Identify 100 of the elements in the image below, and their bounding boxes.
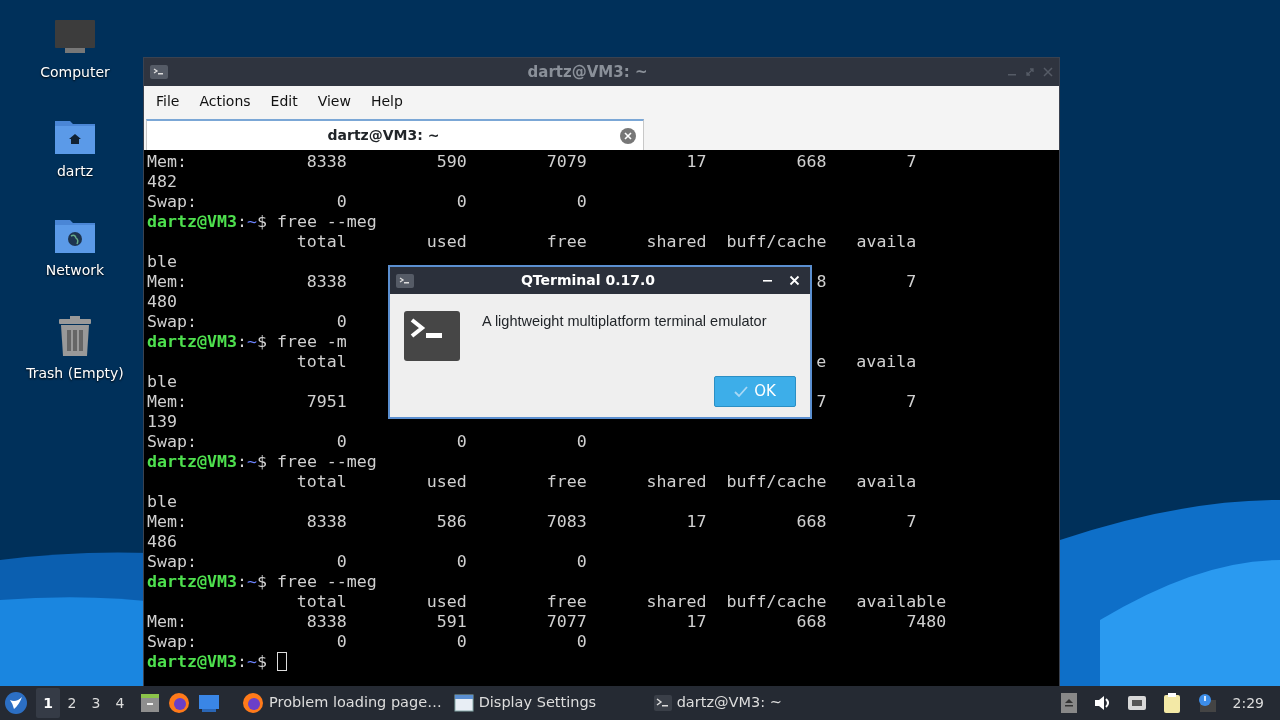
- prompt-label: dartz@VM3:~$: [147, 332, 267, 351]
- terminal-text: 8338: [306, 272, 347, 291]
- terminal-text: buff/cache: [726, 232, 827, 251]
- desktop-switch[interactable]: 2: [60, 688, 84, 718]
- terminal-text: 8: [816, 272, 827, 291]
- notification-icon[interactable]: [1196, 693, 1217, 713]
- desktop-switch[interactable]: 4: [108, 688, 132, 718]
- desktop-switch[interactable]: 1: [36, 688, 60, 718]
- terminal-text: ble: [147, 492, 177, 511]
- terminal-text: used: [426, 592, 467, 611]
- terminal-text: 7: [906, 152, 917, 171]
- terminal-text: 17: [686, 612, 707, 631]
- clock[interactable]: 2:29: [1232, 692, 1264, 714]
- terminal-text: 17: [686, 152, 707, 171]
- terminal-text: 7: [816, 392, 827, 411]
- terminal-icon: [396, 273, 414, 288]
- dialog-message: A lightweight multiplatform terminal emulator: [482, 312, 768, 331]
- command-text: free --meg: [276, 572, 377, 591]
- terminal-text: 482: [147, 172, 177, 191]
- eject-icon[interactable]: [1060, 693, 1077, 713]
- terminal-text: availa: [856, 232, 917, 251]
- start-menu-icon[interactable]: [4, 691, 28, 715]
- terminal-text: 7: [906, 512, 917, 531]
- terminal-text: 7: [906, 392, 917, 411]
- terminal-text: 0: [456, 632, 467, 651]
- terminal-text: 8338: [306, 152, 347, 171]
- terminal-icon: [653, 695, 672, 711]
- terminal-text: 590: [436, 152, 467, 171]
- taskbar-button[interactable]: Display Settings: [447, 686, 648, 720]
- terminal-text: 7951: [306, 392, 347, 411]
- terminal-text: availa: [856, 352, 917, 371]
- file-cabinet-icon[interactable]: [140, 693, 160, 713]
- terminal-text: 0: [576, 192, 587, 211]
- desktop-switch[interactable]: 3: [84, 688, 108, 718]
- prompt-label: dartz@VM3:~$: [147, 452, 267, 471]
- prompt-label: dartz@VM3:~$: [147, 572, 267, 591]
- terminal-text: 668: [796, 512, 827, 531]
- taskbar-button[interactable]: dartz@VM3: ~: [647, 686, 788, 720]
- desktop-icon-label[interactable]: Trash (Empty): [26, 363, 124, 384]
- menu-item[interactable]: File: [146, 86, 190, 116]
- terminal-text: 0: [336, 632, 347, 651]
- command-text: free --meg: [276, 212, 377, 231]
- terminal-text: 7079: [546, 152, 587, 171]
- terminal-text: used: [426, 232, 467, 251]
- menu-item[interactable]: Edit: [260, 86, 308, 116]
- menu-item[interactable]: Actions: [189, 86, 261, 116]
- terminal-text: 0: [336, 552, 347, 571]
- window-icon: [453, 694, 474, 712]
- terminal-text: 0: [576, 632, 587, 651]
- trash-icon[interactable]: [57, 315, 93, 357]
- terminal-text: availa: [856, 472, 917, 491]
- taskbar-button[interactable]: Problem loading page…: [236, 686, 448, 720]
- terminal-icon: [404, 311, 460, 361]
- terminal-text: 668: [796, 152, 827, 171]
- terminal-text: total: [296, 472, 347, 491]
- terminal-text: free: [546, 592, 587, 611]
- terminal-text: 0: [336, 312, 347, 331]
- prompt-label: dartz@VM3:~$: [147, 212, 267, 231]
- menu-item[interactable]: Help: [360, 86, 413, 116]
- terminal-text: 591: [436, 612, 467, 631]
- terminal-text: Swap:: [147, 192, 197, 211]
- terminal-text: free: [546, 472, 587, 491]
- terminal-text: total: [296, 592, 347, 611]
- menu-item[interactable]: View: [307, 86, 361, 116]
- terminal-text: Swap:: [147, 632, 197, 651]
- terminal-text: buff/cache: [726, 472, 827, 491]
- terminal-text: ble: [147, 372, 177, 391]
- terminal-text: Swap:: [147, 552, 197, 571]
- terminal-text: ble: [147, 252, 177, 271]
- terminal-text: Swap:: [147, 432, 197, 451]
- network-port-icon[interactable]: [1126, 694, 1147, 712]
- terminal-text: 668: [796, 612, 827, 631]
- terminal-text: 8338: [306, 612, 347, 631]
- terminal-text: 0: [336, 432, 347, 451]
- terminal-text: Mem:: [147, 152, 187, 171]
- terminal-text: 7480: [906, 612, 947, 631]
- tab[interactable]: dartz@VM3: ~: [146, 119, 644, 150]
- terminal-text: total: [296, 352, 347, 371]
- terminal-text: 7: [906, 272, 917, 291]
- terminal-icon: [150, 65, 168, 79]
- terminal-text: Mem:: [147, 512, 187, 531]
- desktop-icon-label[interactable]: dartz: [56, 161, 94, 182]
- clipboard-icon[interactable]: [1162, 693, 1181, 713]
- terminal-text: 0: [456, 192, 467, 211]
- terminal-text: 7083: [546, 512, 587, 531]
- check-icon: [734, 385, 749, 398]
- window-icon[interactable]: [198, 693, 220, 713]
- volume-icon[interactable]: [1092, 694, 1111, 712]
- terminal-text: 0: [576, 552, 587, 571]
- desktop-icon-label[interactable]: Network: [45, 260, 105, 281]
- monitor-icon[interactable]: [53, 18, 97, 56]
- desktop-icon-label[interactable]: Computer: [40, 62, 110, 83]
- fox-globe-icon: [242, 692, 264, 714]
- terminal-text: 139: [147, 412, 177, 431]
- terminal-text: 0: [456, 552, 467, 571]
- fox-globe-icon[interactable]: [168, 692, 190, 714]
- terminal-text: shared: [646, 472, 707, 491]
- terminal-text: 0: [576, 432, 587, 451]
- terminal-text: Mem:: [147, 272, 187, 291]
- window-title: dartz@VM3: ~: [526, 61, 649, 83]
